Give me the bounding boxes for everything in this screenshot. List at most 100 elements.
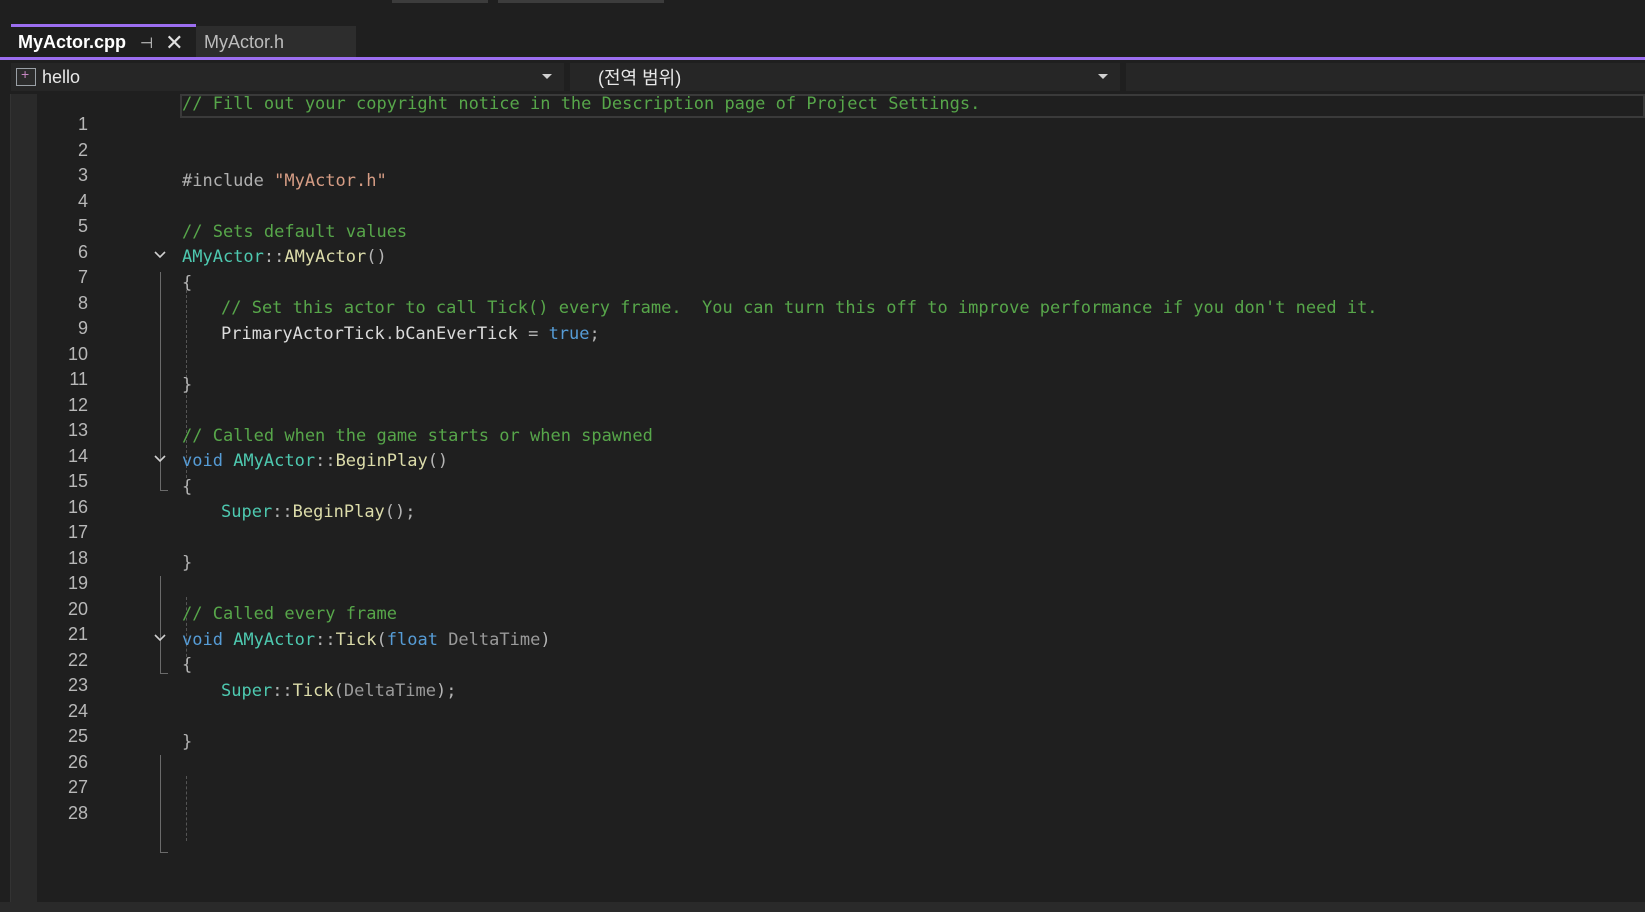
toolbar-segment — [498, 0, 664, 3]
code-line[interactable]: 7 AMyActor::AMyActor() — [0, 247, 1645, 287]
parameter: DeltaTime — [437, 629, 541, 650]
chevron-down-icon — [1098, 74, 1108, 79]
tab-label: MyActor.h — [204, 31, 285, 52]
code-line[interactable]: 12 } — [0, 374, 1645, 415]
fold-guide-end — [160, 852, 168, 853]
code-line[interactable]: 8 { — [0, 272, 1645, 313]
scope-operator: :: — [315, 629, 336, 650]
code-line[interactable]: 18 — [0, 528, 1645, 568]
title-strip — [0, 0, 1645, 22]
code-line[interactable]: 5 — [0, 196, 1645, 236]
scope-label: (전역 범위) — [598, 68, 682, 88]
tab-bar: MyActor.cpp ⊣ ✕ MyActor.h — [0, 22, 1645, 58]
code-text: // Set this actor to call Tick() every f… — [221, 298, 1378, 318]
scope-dropdown[interactable]: (전역 범위) — [570, 63, 1120, 91]
code-line[interactable]: 9 // Set this actor to call Tick() every… — [0, 298, 1645, 338]
code-line[interactable]: 1 // Fill out your copyright notice in t… — [0, 94, 1645, 134]
code-text: Super::Tick(DeltaTime); — [221, 681, 456, 701]
fold-chevron-icon[interactable] — [154, 249, 166, 261]
status-bar — [0, 902, 1645, 912]
close-icon[interactable]: ✕ — [165, 30, 183, 56]
type-name: Super — [221, 502, 273, 522]
code-line[interactable]: 20 — [0, 579, 1645, 619]
chevron-down-icon — [542, 74, 552, 79]
code-text: void AMyActor::BeginPlay() — [182, 451, 448, 471]
punctuation: ( — [376, 629, 387, 650]
code-text: // Called when the game starts or when s… — [182, 425, 653, 446]
code-line[interactable]: 17 Super::BeginPlay(); — [0, 502, 1645, 542]
code-line[interactable]: 15 void AMyActor::BeginPlay() — [0, 451, 1645, 491]
code-text: void AMyActor::Tick(float DeltaTime) — [182, 630, 551, 650]
code-line[interactable]: 6 // Sets default values — [0, 221, 1645, 262]
scope-operator: :: — [272, 680, 293, 701]
function-name: Tick — [292, 680, 334, 701]
code-line[interactable]: 11 — [0, 349, 1645, 389]
punctuation: () — [366, 247, 387, 267]
function-name: Tick — [335, 629, 377, 650]
code-text: } — [182, 374, 193, 395]
code-line[interactable]: 10 PrimaryActorTick.bCanEverTick = true; — [0, 324, 1645, 364]
punctuation: ) — [540, 629, 551, 650]
navigation-bar: hello (전역 범위) — [0, 60, 1645, 94]
punctuation: ); — [436, 680, 457, 701]
code-text: // Called every frame — [182, 604, 397, 624]
fold-chevron-icon[interactable] — [154, 453, 166, 465]
operator: = — [517, 323, 549, 344]
code-line[interactable]: 27 — [0, 757, 1645, 797]
keyword: float — [386, 629, 438, 650]
code-text: Super::BeginPlay(); — [221, 502, 416, 522]
string-literal: "MyActor.h" — [274, 170, 387, 191]
code-line[interactable]: 28 — [0, 783, 1645, 823]
tab-myactor-h[interactable]: MyActor.h — [196, 26, 356, 58]
keyword: true — [548, 323, 590, 344]
keyword: void — [182, 451, 234, 471]
type-name: AMyActor — [182, 247, 264, 267]
code-text: } — [182, 553, 193, 573]
toolbar-segment — [392, 0, 488, 3]
code-text: AMyActor::AMyActor() — [182, 247, 387, 267]
code-text: // Sets default values — [182, 221, 408, 242]
scope-operator: :: — [272, 502, 293, 522]
code-line[interactable]: 16 { — [0, 477, 1645, 517]
code-text: #include "MyActor.h" — [182, 171, 387, 191]
code-line[interactable]: 26 } — [0, 731, 1645, 772]
project-icon — [16, 66, 36, 86]
code-line[interactable]: 22 void AMyActor::Tick(float DeltaTime) — [0, 630, 1645, 670]
code-line[interactable]: 13 — [0, 400, 1645, 440]
tab-myactor-cpp[interactable]: MyActor.cpp ⊣ ✕ — [11, 24, 196, 58]
code-line[interactable]: 14 // Called when the game starts or whe… — [0, 425, 1645, 466]
scope-operator: :: — [263, 247, 285, 267]
code-line[interactable]: 3 — [0, 145, 1645, 185]
code-text: } — [182, 731, 193, 752]
code-line[interactable]: 23 { — [0, 655, 1645, 695]
type-name: AMyActor — [233, 629, 316, 650]
function-name: AMyActor — [284, 247, 367, 267]
punctuation: ; — [589, 323, 600, 344]
tab-label: MyActor.cpp — [18, 32, 127, 52]
code-line[interactable]: 4 #include "MyActor.h" — [0, 171, 1645, 211]
code-editor[interactable]: 1 // Fill out your copyright notice in t… — [0, 94, 1645, 902]
preprocessor-directive: #include — [182, 170, 275, 191]
code-line[interactable]: 21 // Called every frame — [0, 604, 1645, 644]
code-line[interactable]: 25 — [0, 706, 1645, 746]
code-line[interactable]: 24 Super::Tick(DeltaTime); — [0, 681, 1645, 721]
keyword: void — [182, 629, 234, 650]
identifier: PrimaryActorTick — [221, 323, 385, 344]
code-line[interactable]: 19 } — [0, 553, 1645, 593]
fold-chevron-icon[interactable] — [154, 632, 166, 644]
code-text: PrimaryActorTick.bCanEverTick = true; — [221, 324, 600, 344]
parameter: DeltaTime — [343, 680, 436, 701]
scope-operator: :: — [315, 451, 336, 471]
project-dropdown[interactable]: hello — [11, 63, 564, 91]
type-name: AMyActor — [233, 451, 316, 471]
line-number: 28 — [67, 802, 88, 823]
punctuation: (); — [384, 502, 416, 522]
code-text: { — [182, 272, 193, 293]
type-name: Super — [221, 680, 273, 701]
pin-icon[interactable]: ⊣ — [140, 34, 153, 52]
function-name: BeginPlay — [335, 451, 428, 471]
member-dropdown[interactable] — [1126, 63, 1645, 91]
identifier: bCanEverTick — [395, 323, 518, 344]
code-line[interactable]: 2 — [0, 120, 1645, 160]
function-name: BeginPlay — [292, 502, 385, 522]
